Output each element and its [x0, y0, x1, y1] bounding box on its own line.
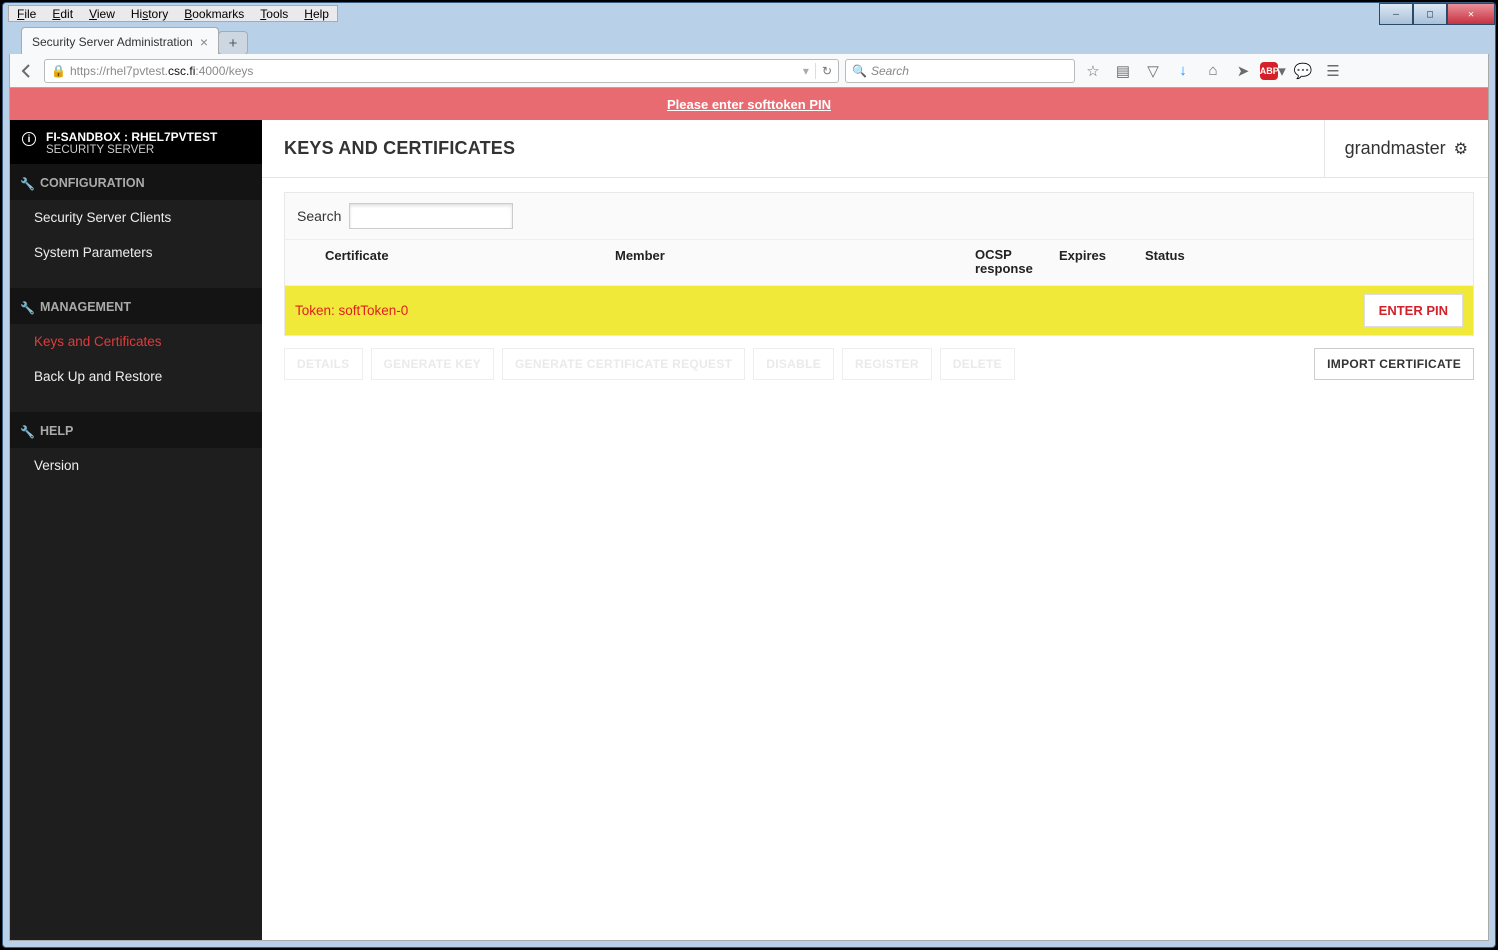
details-button[interactable]: DETAILS	[284, 348, 363, 380]
tab-close-icon[interactable]: ×	[200, 34, 208, 50]
sidebar-header: i FI-SANDBOX : RHEL7PVTEST SECURITY SERV…	[10, 120, 262, 164]
pocket-icon[interactable]: ▽	[1141, 59, 1165, 83]
col-member: Member	[615, 248, 975, 277]
search-input[interactable]	[349, 203, 513, 229]
chevron-left-icon	[18, 62, 36, 80]
action-button-row: DETAILS GENERATE KEY GENERATE CERTIFICAT…	[284, 348, 1474, 380]
window-minimize-button[interactable]: ―	[1379, 3, 1413, 25]
wrench-icon: 🔧	[20, 177, 35, 191]
table-header: Certificate Member OCSP response Expires…	[285, 240, 1473, 286]
sidebar: i FI-SANDBOX : RHEL7PVTEST SECURITY SERV…	[10, 120, 262, 940]
alert-banner[interactable]: Please enter softtoken PIN	[10, 88, 1488, 120]
menu-history[interactable]: History	[123, 6, 176, 21]
token-row[interactable]: Token: softToken-0 ENTER PIN	[285, 286, 1473, 335]
clipboard-icon[interactable]: ▤	[1111, 59, 1135, 83]
browser-search-box[interactable]: 🔍 Search	[845, 59, 1075, 83]
tab-title: Security Server Administration	[32, 35, 193, 49]
col-certificate: Certificate	[285, 248, 615, 277]
reload-icon[interactable]: ↻	[822, 64, 832, 78]
tab-strip: Security Server Administration × +	[21, 27, 1485, 55]
disable-button[interactable]: DISABLE	[753, 348, 834, 380]
url-path: :4000/keys	[195, 64, 253, 78]
generate-key-button[interactable]: GENERATE KEY	[371, 348, 494, 380]
menu-edit[interactable]: Edit	[44, 6, 81, 21]
sidebar-section-management: 🔧 MANAGEMENT	[10, 288, 262, 324]
browser-tab[interactable]: Security Server Administration ×	[21, 27, 219, 55]
user-menu[interactable]: grandmaster ⚙	[1324, 120, 1488, 177]
register-button[interactable]: REGISTER	[842, 348, 932, 380]
sidebar-section-configuration: 🔧 CONFIGURATION	[10, 164, 262, 200]
delete-button[interactable]: DELETE	[940, 348, 1015, 380]
col-status: Status	[1145, 248, 1473, 277]
window-controls: ― □ ✕	[1379, 3, 1495, 25]
url-host: csc.fi	[168, 64, 195, 78]
main-content: KEYS AND CERTIFICATES grandmaster ⚙ Sear…	[262, 120, 1488, 940]
wrench-icon: 🔧	[20, 301, 35, 315]
window-close-button[interactable]: ✕	[1447, 3, 1495, 25]
home-icon[interactable]: ⌂	[1201, 59, 1225, 83]
menu-file[interactable]: File	[9, 6, 44, 21]
url-prefix: https://	[70, 64, 106, 78]
downloads-icon[interactable]: ↓	[1171, 59, 1195, 83]
bookmark-star-icon[interactable]: ☆	[1081, 59, 1105, 83]
url-sub: rhel7pvtest.	[106, 64, 168, 78]
sidebar-section-help: 🔧 HELP	[10, 412, 262, 448]
username: grandmaster	[1345, 138, 1446, 159]
server-id: FI-SANDBOX : RHEL7PVTEST	[46, 130, 250, 144]
lock-icon: 🔒	[51, 64, 66, 78]
browser-window: File Edit View History Bookmarks Tools H…	[2, 2, 1496, 948]
generate-csr-button[interactable]: GENERATE CERTIFICATE REQUEST	[502, 348, 745, 380]
menu-tools[interactable]: Tools	[252, 6, 296, 21]
server-role: SECURITY SERVER	[46, 144, 250, 156]
page-title: KEYS AND CERTIFICATES	[262, 138, 515, 159]
token-label: Token: softToken-0	[295, 303, 408, 318]
menu-bookmarks[interactable]: Bookmarks	[176, 6, 252, 21]
search-icon: 🔍	[852, 64, 867, 78]
search-label: Search	[297, 208, 341, 224]
search-bar: Search	[285, 193, 1473, 240]
chat-icon[interactable]: 💬	[1291, 59, 1315, 83]
address-bar[interactable]: 🔒 https://rhel7pvtest.csc.fi:4000/keys ▾…	[44, 59, 839, 83]
sidebar-item-clients[interactable]: Security Server Clients	[10, 200, 262, 235]
new-tab-button[interactable]: +	[218, 31, 248, 55]
send-icon[interactable]: ➤	[1231, 59, 1255, 83]
sidebar-item-keys[interactable]: Keys and Certificates	[10, 324, 262, 359]
enter-pin-button[interactable]: ENTER PIN	[1364, 294, 1463, 327]
page-viewport: Please enter softtoken PIN i FI-SANDBOX …	[9, 88, 1489, 941]
info-icon: i	[22, 132, 36, 146]
import-certificate-button[interactable]: IMPORT CERTIFICATE	[1314, 348, 1474, 380]
nav-toolbar: 🔒 https://rhel7pvtest.csc.fi:4000/keys ▾…	[9, 54, 1489, 88]
hamburger-menu-icon[interactable]: ☰	[1321, 59, 1345, 83]
certificates-panel: Search Certificate Member OCSP response …	[284, 192, 1474, 336]
adblock-icon[interactable]: ABP▾	[1261, 59, 1285, 83]
sidebar-item-backup[interactable]: Back Up and Restore	[10, 359, 262, 394]
dropdown-icon[interactable]: ▾	[803, 64, 809, 78]
wrench-icon: 🔧	[20, 425, 35, 439]
sidebar-item-sysparams[interactable]: System Parameters	[10, 235, 262, 270]
menu-view[interactable]: View	[81, 6, 123, 21]
sidebar-item-version[interactable]: Version	[10, 448, 262, 483]
col-ocsp: OCSP response	[975, 248, 1059, 277]
firefox-menubar[interactable]: File Edit View History Bookmarks Tools H…	[8, 5, 338, 22]
banner-text: Please enter softtoken PIN	[667, 97, 831, 112]
menu-help[interactable]: Help	[296, 6, 337, 21]
main-header: KEYS AND CERTIFICATES grandmaster ⚙	[262, 120, 1488, 178]
gear-icon: ⚙	[1454, 139, 1468, 159]
back-button[interactable]	[16, 60, 38, 82]
col-expires: Expires	[1059, 248, 1145, 277]
window-maximize-button[interactable]: □	[1413, 3, 1447, 25]
search-placeholder: Search	[871, 64, 909, 78]
